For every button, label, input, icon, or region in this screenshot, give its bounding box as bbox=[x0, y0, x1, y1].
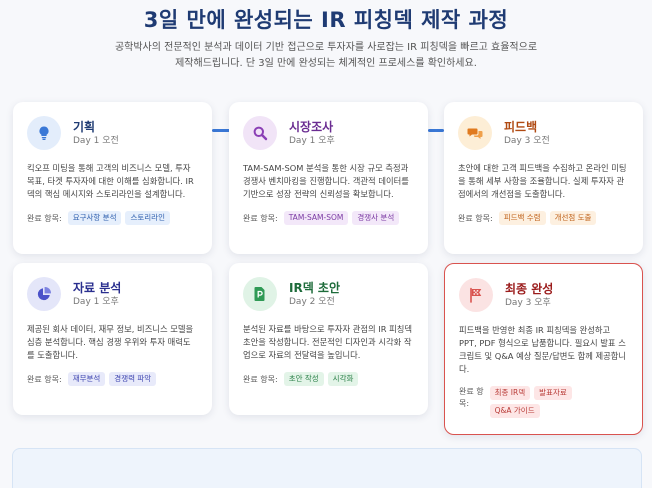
subtitle-line-1: 공학박사의 전문적인 분석과 데이터 기반 접근으로 투자자를 사로잡는 IR … bbox=[114, 42, 538, 53]
card-description: 제공된 회사 데이터, 재무 정보, 비즈니스 모델을 심층 분석합니다. 핵심… bbox=[27, 324, 194, 360]
card-day: Day 1 오전 bbox=[73, 135, 119, 146]
card-icon-wrap bbox=[458, 116, 492, 150]
done-label: 완료 항목: bbox=[27, 214, 62, 223]
done-items: 완료 항목: 피드백 수렴 개선점 도출 bbox=[458, 211, 629, 227]
pie-chart-icon bbox=[37, 286, 52, 301]
tag: TAM-SAM-SOM bbox=[283, 211, 349, 225]
connector-line-1 bbox=[212, 129, 230, 132]
connector-line-2 bbox=[428, 129, 444, 132]
card-description: TAM-SAM-SOM 분석을 통한 시장 규모 측정과 경쟁사 벤치마킹을 진… bbox=[243, 163, 409, 199]
done-label: 완료 항 목: bbox=[459, 386, 484, 410]
card-day: Day 3 오후 bbox=[505, 297, 551, 308]
card-title: 최종 완성 bbox=[505, 281, 554, 296]
process-card-planning: 기획 Day 1 오전 킥오프 미팅을 통해 고객의 비즈니스 모델, 투자 목… bbox=[13, 102, 212, 254]
card-icon-wrap bbox=[243, 277, 277, 311]
card-title: 기획 bbox=[73, 119, 96, 134]
done-items: 완료 항 목: 최종 IR덱 발표자료 Q&A 가이드 bbox=[459, 386, 628, 418]
magnifier-icon bbox=[253, 126, 268, 141]
page-subtitle: 공학박사의 전문적인 분석과 데이터 기반 접근으로 투자자를 사로잡는 IR … bbox=[70, 40, 582, 72]
tag: 스토리라인 bbox=[125, 211, 170, 225]
process-card-market-research: 시장조사 Day 1 오후 TAM-SAM-SOM 분석을 통한 시장 규모 측… bbox=[229, 102, 428, 254]
tag: 피드백 수렴 bbox=[498, 211, 546, 225]
done-label-line-1: 완료 항 bbox=[459, 387, 484, 396]
process-card-ir-draft: IR덱 초안 Day 2 오전 분석된 자료를 바탕으로 투자자 관점의 IR … bbox=[229, 263, 428, 415]
card-description: 킥오프 미팅을 통해 고객의 비즈니스 모델, 투자 목표, 타겟 투자자에 대… bbox=[27, 163, 194, 199]
tag: 시각화 bbox=[327, 372, 359, 386]
done-label-line-2: 목: bbox=[459, 399, 470, 408]
chat-bubbles-icon bbox=[467, 128, 483, 139]
tag: 최종 IR덱 bbox=[489, 386, 531, 400]
card-day: Day 1 오후 bbox=[289, 135, 335, 146]
done-label: 완료 항목: bbox=[27, 375, 62, 384]
tag: 초안 작성 bbox=[283, 372, 324, 386]
done-items: 완료 항목: 초안 작성 시각화 bbox=[243, 372, 414, 388]
card-icon-wrap bbox=[243, 116, 277, 150]
card-title: 자료 분석 bbox=[73, 280, 122, 295]
process-card-final: 최종 완성 Day 3 오후 피드백을 반영한 최종 IR 피칭덱을 완성하고 … bbox=[444, 263, 643, 435]
done-label: 완료 항목: bbox=[243, 214, 278, 223]
card-description: 피드백을 반영한 최종 IR 피칭덱을 완성하고 PPT, PDF 형식으로 납… bbox=[459, 325, 627, 374]
process-card-feedback: 피드백 Day 3 오전 초안에 대한 고객 피드백을 수집하고 온라인 미팅을… bbox=[444, 102, 643, 254]
card-day: Day 3 오전 bbox=[504, 135, 550, 146]
tag: 경쟁력 파악 bbox=[109, 372, 157, 386]
done-items: 완료 항목: 요구사항 분석 스토리라인 bbox=[27, 211, 198, 227]
tag: 경쟁사 분석 bbox=[352, 211, 400, 225]
done-label: 완료 항목: bbox=[458, 214, 493, 223]
done-items: 완료 항목: 재무분석 경쟁력 파악 bbox=[27, 372, 198, 388]
tag: 재무분석 bbox=[67, 372, 106, 386]
tag: 요구사항 분석 bbox=[67, 211, 122, 225]
flag-icon bbox=[470, 287, 482, 303]
page-title: 3일 만에 완성되는 IR 피칭덱 제작 과정 bbox=[143, 8, 509, 32]
lightbulb-icon bbox=[39, 126, 49, 140]
subtitle-line-2: 제작해드립니다. 단 3일 만에 완성되는 체계적인 프로세스를 확인하세요. bbox=[175, 58, 477, 69]
card-icon-wrap bbox=[27, 277, 61, 311]
card-icon-wrap bbox=[459, 278, 493, 312]
done-items: 완료 항목: TAM-SAM-SOM 경쟁사 분석 bbox=[243, 211, 414, 227]
card-title: 시장조사 bbox=[289, 119, 334, 134]
card-description: 초안에 대한 고객 피드백을 수집하고 온라인 미팅을 통해 세부 사항을 조율… bbox=[458, 163, 627, 199]
bottom-info-panel bbox=[12, 448, 642, 488]
card-description: 분석된 자료를 바탕으로 투자자 관점의 IR 피칭덱 초안을 작성합니다. 전… bbox=[243, 324, 413, 360]
card-title: IR덱 초안 bbox=[289, 280, 341, 295]
tag: 개선점 도출 bbox=[549, 211, 597, 225]
card-icon-wrap bbox=[27, 116, 61, 150]
card-day: Day 2 오전 bbox=[289, 296, 335, 307]
document-icon bbox=[254, 287, 265, 301]
card-day: Day 1 오후 bbox=[73, 296, 119, 307]
tag: 발표자료 bbox=[534, 386, 572, 400]
tag: Q&A 가이드 bbox=[489, 404, 540, 418]
card-title: 피드백 bbox=[504, 119, 538, 134]
done-label: 완료 항목: bbox=[243, 375, 278, 384]
process-card-data-analysis: 자료 분석 Day 1 오후 제공된 회사 데이터, 재무 정보, 비즈니스 모… bbox=[13, 263, 212, 415]
